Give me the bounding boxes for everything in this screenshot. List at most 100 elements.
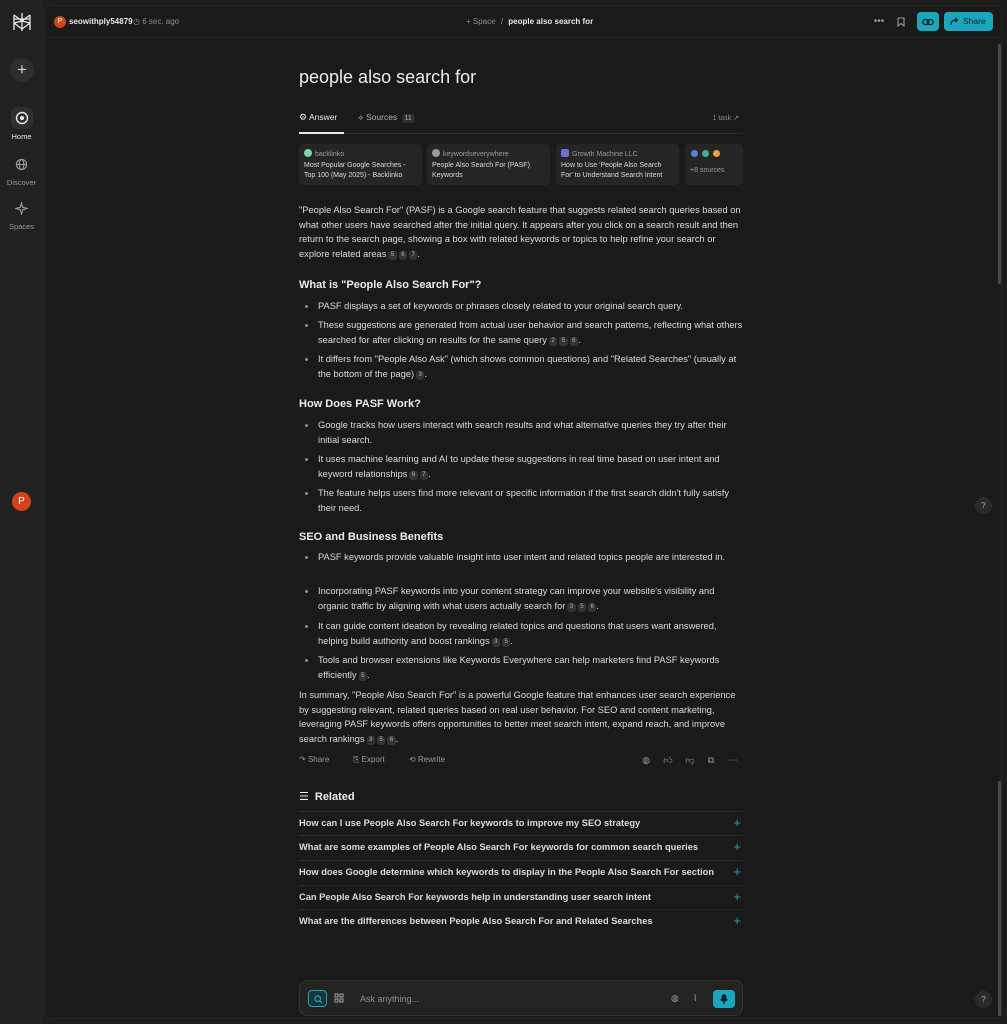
plus-icon: + xyxy=(733,815,741,830)
citation[interactable]: 5 xyxy=(358,671,367,681)
globe-icon[interactable]: ◍ xyxy=(671,993,679,1004)
bullet-text: Incorporating PASF keywords into your co… xyxy=(318,586,715,611)
source-title: Most Popular Google Searches - Top 100 (… xyxy=(304,162,406,179)
bullet-text: Tools and browser extensions like Keywor… xyxy=(318,655,720,680)
citation[interactable]: 2 xyxy=(548,336,558,346)
share-answer-button[interactable]: ↷ Share xyxy=(299,755,329,764)
new-thread-button[interactable]: + xyxy=(10,58,34,82)
help-button-bottom[interactable]: ? xyxy=(975,991,992,1008)
attach-icon[interactable]: ⌇ xyxy=(693,993,697,1004)
citation[interactable]: 5 xyxy=(376,735,386,745)
more-sources-card[interactable]: +8 sources xyxy=(685,144,743,185)
thumbs-down-icon[interactable]: 👎︎ xyxy=(685,755,695,765)
scrollbar-thumb-bottom[interactable] xyxy=(998,781,1001,1016)
citation[interactable]: 7 xyxy=(419,470,429,480)
citation[interactable]: 6 xyxy=(409,470,418,480)
bookmark-icon[interactable] xyxy=(893,14,909,30)
related-question[interactable]: What are some examples of People Also Se… xyxy=(299,835,743,859)
citation[interactable]: 3 xyxy=(491,637,500,647)
tab-answer[interactable]: ⚙ Answer xyxy=(299,112,337,123)
globe-icon[interactable]: ◍ xyxy=(641,755,651,765)
action-label: Share xyxy=(307,755,330,764)
list-item: Google tracks how users interact with se… xyxy=(305,418,743,447)
top-bar: P seowithply54879 ◷ 6 sec. ago + Space /… xyxy=(45,6,1003,38)
home-search-icon xyxy=(10,107,33,129)
source-site: keywordseverywhere xyxy=(443,151,509,158)
rewrite-button[interactable]: ⟲ Rewrite xyxy=(409,755,445,764)
more-options-icon[interactable]: ••• xyxy=(871,14,887,30)
share-button[interactable]: Share xyxy=(944,12,993,31)
thumbs-up-icon[interactable]: 👍︎ xyxy=(663,755,673,765)
citation[interactable]: 5 xyxy=(501,637,511,647)
source-favicon-icon xyxy=(432,149,440,157)
citation[interactable]: 6 xyxy=(387,735,396,745)
ask-input[interactable]: Ask anything... xyxy=(360,994,419,1004)
more-icon[interactable]: ⋯ xyxy=(728,755,738,765)
username[interactable]: seowithply54879 xyxy=(69,17,133,26)
export-button[interactable]: ⎘ Export xyxy=(353,755,385,765)
answer-summary: In summary, "People Also Search For" is … xyxy=(299,690,736,745)
citation[interactable]: 6 xyxy=(588,602,597,612)
search-mode-button[interactable] xyxy=(308,990,327,1007)
more-sources-label: +8 sources xyxy=(690,167,725,174)
source-card[interactable]: keywordseverywhere People Also Search Fo… xyxy=(427,144,550,185)
related-question-text: What are the differences between People … xyxy=(299,916,653,926)
tab-label: Sources xyxy=(366,112,398,122)
citation[interactable]: 3 xyxy=(366,735,375,745)
scrollbar-thumb-top[interactable] xyxy=(998,44,1001,284)
source-favicons xyxy=(690,149,738,161)
related-question[interactable]: How can I use People Also Search For key… xyxy=(299,811,743,835)
citation[interactable]: 5 xyxy=(388,250,397,260)
bullet-text: PASF displays a set of keywords or phras… xyxy=(318,301,683,311)
avatar[interactable]: P xyxy=(12,492,31,511)
copy-icon[interactable]: ⧉ xyxy=(706,755,716,765)
list-item: Tools and browser extensions like Keywor… xyxy=(305,653,743,682)
task-link[interactable]: 1 task ↗ xyxy=(713,114,740,122)
related-question[interactable]: Can People Also Search For keywords help… xyxy=(299,885,743,909)
voice-button[interactable] xyxy=(713,990,735,1008)
action-label: Rewrite xyxy=(417,755,446,764)
sidebar-item-label: Home xyxy=(11,132,32,141)
sidebar-item-label: Discover xyxy=(6,178,37,187)
bullet-text: It can guide content ideation by reveali… xyxy=(318,621,717,646)
sidebar-item-discover[interactable]: Discover xyxy=(0,153,43,187)
section-heading: How Does PASF Work? xyxy=(299,398,421,410)
research-mode-button[interactable] xyxy=(334,993,344,1006)
user-avatar[interactable]: P xyxy=(54,16,66,28)
add-to-space-link[interactable]: + Space xyxy=(466,17,496,26)
rewrite-icon: ⟲ xyxy=(409,755,416,764)
copy-link-button[interactable] xyxy=(917,12,939,31)
sidebar-item-spaces[interactable]: Spaces xyxy=(0,197,43,231)
source-title: How to Use 'People Also Search For' to U… xyxy=(561,162,663,179)
share-icon: ↷ xyxy=(299,755,306,764)
bullet-text: These suggestions are generated from act… xyxy=(318,320,743,345)
main-panel: P seowithply54879 ◷ 6 sec. ago + Space /… xyxy=(44,5,1003,1019)
favicon-icon xyxy=(701,149,711,158)
sources-count-badge: 11 xyxy=(401,114,415,123)
related-question-text: How does Google determine which keywords… xyxy=(299,867,715,877)
citation[interactable]: 6 xyxy=(569,336,578,346)
breadcrumb-separator: / xyxy=(500,17,504,26)
related-question[interactable]: What are the differences between People … xyxy=(299,909,743,933)
ask-bar: Ask anything... ◍ ⌇ xyxy=(299,980,743,1016)
sidebar-item-home[interactable]: Home xyxy=(0,107,43,141)
list-item: PASF displays a set of keywords or phras… xyxy=(305,299,743,314)
section-heading: SEO and Business Benefits xyxy=(299,531,444,543)
source-card[interactable]: backlinko Most Popular Google Searches -… xyxy=(299,144,422,185)
help-button[interactable]: ? xyxy=(975,497,992,514)
citation[interactable]: 3 xyxy=(567,602,576,612)
perplexity-logo-icon[interactable] xyxy=(11,11,33,33)
related-question[interactable]: How does Google determine which keywords… xyxy=(299,860,743,884)
summary-text: In summary, "People Also Search For" is … xyxy=(299,690,736,744)
source-card[interactable]: Growth Machine LLC How to Use 'People Al… xyxy=(556,144,679,185)
citation[interactable]: 5 xyxy=(577,602,587,612)
list-item: It differs from "People Also Ask" (which… xyxy=(305,352,743,381)
related-list-icon: ☰ xyxy=(299,791,309,803)
source-site: Growth Machine LLC xyxy=(572,151,638,158)
tab-sources[interactable]: ⟡ Sources 11 xyxy=(358,112,415,123)
bullet-text: The feature helps users find more releva… xyxy=(318,488,730,513)
citation[interactable]: 5 xyxy=(559,336,568,346)
citation[interactable]: 3 xyxy=(416,370,425,380)
citation[interactable]: 7 xyxy=(409,250,418,260)
citation[interactable]: 6 xyxy=(398,250,408,260)
